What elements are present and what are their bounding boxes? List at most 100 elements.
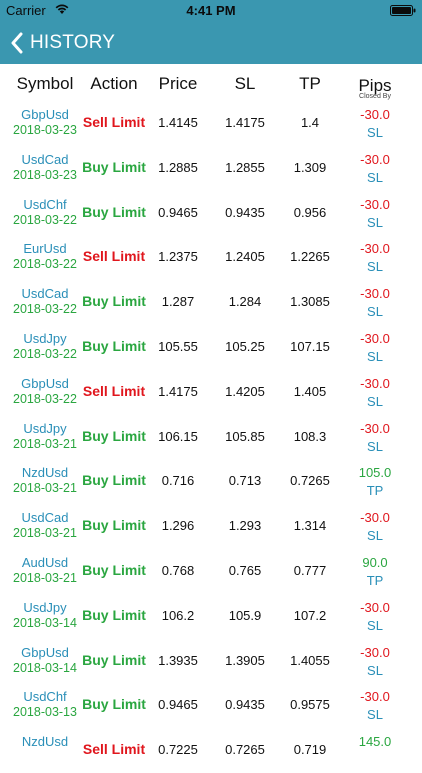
page-title: HISTORY (30, 32, 116, 53)
symbol-label: EurUsd (23, 241, 67, 257)
date-label: 2018-03-14 (13, 615, 77, 630)
tp-value: 107.2 (293, 607, 327, 623)
action-label: Buy Limit (82, 561, 146, 578)
date-label: 2018-03-22 (13, 212, 77, 227)
symbol-label: GbpUsd (21, 644, 69, 660)
tp-value: 1.405 (293, 383, 327, 399)
symbol-label: UsdJpy (23, 599, 67, 615)
tp-value: 107.15 (290, 338, 330, 354)
chevron-left-icon (11, 32, 23, 54)
action-label: Buy Limit (82, 651, 146, 668)
pips-value: -30.0 (360, 286, 390, 302)
history-list: GbpUsd 2018-03-23 Sell Limit 1.4145 1.4175 1.… (0, 101, 422, 773)
pips-value: -30.0 (360, 420, 390, 436)
symbol-label: UsdCad (21, 510, 69, 526)
tp-value: 0.777 (293, 562, 327, 578)
closed-by-label: SL (367, 662, 383, 678)
price-value: 1.4175 (158, 383, 198, 399)
tp-value: 1.4 (300, 115, 320, 130)
pips-value: -30.0 (360, 107, 390, 122)
action-label: Buy Limit (82, 517, 146, 534)
pips-value: -30.0 (360, 375, 390, 391)
table-row[interactable]: GbpUsd 2018-03-23 Sell Limit 1.4145 1.4175 1.… (0, 101, 422, 146)
pips-value: -30.0 (360, 241, 390, 257)
table-row[interactable]: UsdChf 2018-03-22 Buy Limit 0.9465 0.9435 0.9… (0, 191, 422, 236)
action-label: Sell Limit (82, 382, 146, 399)
symbol-label: NzdUsd (21, 734, 69, 750)
table-row[interactable]: UsdCad 2018-03-22 Buy Limit 1.287 1.284 1.308… (0, 280, 422, 325)
table-row[interactable]: UsdJpy 2018-03-21 Buy Limit 106.15 105.85 108… (0, 415, 422, 460)
table-row[interactable]: UsdCad 2018-03-23 Buy Limit 1.2885 1.2855 1.3… (0, 146, 422, 191)
pips-value: 145.0 (358, 734, 392, 750)
table-row[interactable]: NzdUsd 2018-03-21 Buy Limit 0.716 0.713 0.726… (0, 459, 422, 504)
price-value: 1.3935 (158, 652, 198, 668)
tp-value: 1.314 (293, 518, 327, 534)
action-label: Buy Limit (82, 427, 146, 444)
tp-value: 1.309 (293, 159, 327, 175)
sl-value: 1.4175 (225, 115, 265, 130)
closed-by-label: SL (367, 393, 383, 409)
table-row[interactable]: UsdJpy 2018-03-14 Buy Limit 106.2 105.9 107.2… (0, 594, 422, 639)
symbol-label: NzdUsd (21, 465, 69, 481)
date-label: 2018-03-23 (13, 167, 77, 182)
symbol-label: UsdCad (21, 151, 69, 167)
column-closed-by: Closed By (359, 93, 391, 100)
sl-value: 105.85 (225, 428, 265, 444)
date-label: 2018-03-13 (13, 705, 77, 720)
symbol-label: UsdJpy (23, 330, 67, 346)
sl-value: 1.4205 (225, 383, 265, 399)
pips-value: -30.0 (360, 599, 390, 615)
price-value: 0.768 (161, 562, 195, 578)
symbol-label: GbpUsd (21, 375, 69, 391)
action-label: Sell Limit (82, 248, 146, 265)
action-label: Buy Limit (82, 472, 146, 489)
tp-value: 108.3 (293, 428, 327, 444)
date-label: 2018-03-22 (13, 302, 77, 317)
date-label: 2018-03-22 (13, 346, 77, 361)
closed-by-label: TP (366, 572, 384, 588)
price-value: 0.9465 (158, 697, 198, 713)
price-value: 0.716 (161, 473, 195, 489)
sl-value: 1.2855 (225, 159, 265, 175)
table-row[interactable]: NzdUsd Sell Limit 0.7225 0.7265 0.719 145.0 (0, 728, 422, 773)
table-row[interactable]: EurUsd 2018-03-22 Sell Limit 1.2375 1.2405 1.… (0, 235, 422, 280)
pips-value: -30.0 (360, 689, 390, 705)
sl-value: 1.2405 (225, 249, 265, 265)
symbol-label: AudUsd (21, 554, 69, 570)
closed-by-label: SL (367, 304, 383, 320)
back-button[interactable]: HISTORY (10, 30, 115, 56)
table-row[interactable]: UsdChf 2018-03-13 Buy Limit 0.9465 0.9435 0.9… (0, 683, 422, 728)
price-value: 1.2885 (158, 159, 198, 175)
table-header: Symbol Action Price SL TP Pips Closed By (0, 64, 422, 106)
action-label: Sell Limit (82, 114, 146, 130)
symbol-label: UsdChf (23, 196, 67, 212)
date-label: 2018-03-21 (13, 481, 77, 496)
sl-value: 1.284 (228, 294, 262, 310)
closed-by-label: SL (367, 438, 383, 454)
table-row[interactable]: AudUsd 2018-03-21 Buy Limit 0.768 0.765 0.777… (0, 549, 422, 594)
table-row[interactable]: UsdJpy 2018-03-22 Buy Limit 105.55 105.25 107… (0, 325, 422, 370)
table-row[interactable]: GbpUsd 2018-03-14 Buy Limit 1.3935 1.3905 1.4… (0, 639, 422, 684)
column-price: Price (158, 74, 198, 93)
action-label: Buy Limit (82, 337, 146, 354)
action-label: Buy Limit (82, 696, 146, 713)
price-value: 1.2375 (158, 249, 198, 265)
closed-by-label: SL (367, 617, 383, 633)
action-label: Buy Limit (82, 293, 146, 310)
sl-value: 0.9435 (225, 697, 265, 713)
symbol-label: UsdChf (23, 689, 67, 705)
sl-value: 105.9 (228, 607, 262, 623)
tp-value: 0.9575 (290, 697, 330, 713)
closed-by-label: TP (366, 483, 384, 499)
table-row[interactable]: GbpUsd 2018-03-22 Sell Limit 1.4175 1.4205 1.… (0, 370, 422, 415)
symbol-label: UsdJpy (23, 420, 67, 436)
date-label: 2018-03-22 (13, 391, 77, 406)
battery-icon (390, 5, 416, 16)
table-row[interactable]: UsdCad 2018-03-21 Buy Limit 1.296 1.293 1.314… (0, 504, 422, 549)
price-value: 1.287 (161, 294, 195, 310)
action-label: Sell Limit (82, 741, 146, 758)
sl-value: 1.3905 (225, 652, 265, 668)
clock: 4:41 PM (186, 3, 236, 18)
symbol-label: GbpUsd (21, 107, 69, 122)
sl-value: 1.293 (228, 518, 262, 534)
